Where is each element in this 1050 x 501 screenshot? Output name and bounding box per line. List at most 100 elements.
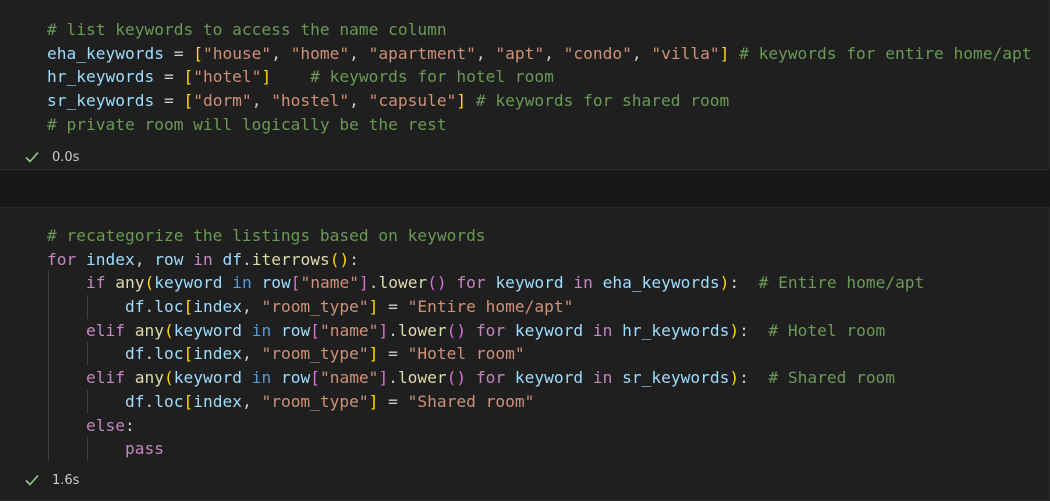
code-editor-1[interactable]: # list keywords to access the name colum…: [47, 18, 1031, 136]
code-token: =: [154, 91, 184, 111]
code-token: index: [193, 344, 242, 364]
code-token: "home": [290, 43, 350, 63]
code-token: for: [47, 249, 77, 269]
code-line[interactable]: hr_keywords = ["hotel"] # keywords for h…: [47, 65, 1031, 89]
code-token: [: [183, 297, 194, 317]
code-token: keyword: [173, 368, 242, 388]
code-token: [: [183, 344, 194, 364]
code-token: =: [378, 391, 408, 411]
code-line[interactable]: elif any(keyword in row["name"].lower() …: [47, 366, 924, 390]
code-token: "Hotel room": [407, 344, 525, 364]
code-token: .: [241, 249, 252, 269]
code-token: any: [134, 320, 164, 340]
code-line[interactable]: # list keywords to access the name colum…: [47, 18, 1031, 42]
code-line[interactable]: sr_keywords = ["dorm", "hostel", "capsul…: [47, 89, 1031, 113]
code-token: for: [456, 273, 486, 293]
code-token: row: [154, 249, 184, 269]
code-token: hr_keywords: [47, 67, 155, 87]
code-token: ): [729, 368, 740, 388]
code-token: if: [85, 273, 106, 293]
code-token: for: [475, 320, 506, 340]
code-token: ,: [241, 391, 262, 411]
code-line[interactable]: for index, row in df.iterrows():: [47, 248, 924, 272]
code-token: "hotel": [193, 67, 262, 87]
code-token: iterrows: [251, 249, 330, 269]
code-token: =: [378, 344, 408, 364]
code-token: ]: [358, 273, 369, 293]
code-editor-2[interactable]: # recategorize the listings based on key…: [47, 224, 924, 461]
code-token: row: [280, 320, 311, 340]
code-token: # list keywords to access the name colum…: [47, 20, 447, 39]
code-token: ,: [241, 344, 262, 364]
code-token: df: [222, 249, 242, 269]
code-line[interactable]: df.loc[index, "room_type"] = "Shared roo…: [47, 390, 924, 414]
code-line[interactable]: if any(keyword in row["name"].lower() fo…: [47, 271, 924, 295]
code-token: :: [349, 249, 359, 269]
indent-guide: [87, 390, 88, 414]
code-line[interactable]: df.loc[index, "room_type"] = "Hotel room…: [47, 342, 924, 366]
code-token: "hostel": [271, 91, 350, 111]
code-line[interactable]: elif any(keyword in row["name"].lower() …: [47, 319, 924, 343]
code-token: loc: [154, 391, 184, 411]
code-token: =: [163, 43, 194, 63]
code-token: [: [183, 67, 194, 87]
code-token: ]: [368, 391, 379, 411]
code-token: # Entire home/apt: [758, 273, 925, 293]
code-token: "house": [202, 43, 272, 63]
code-line[interactable]: eha_keywords = ["house", "home", "apartm…: [47, 42, 1031, 66]
code-token: .: [144, 344, 155, 364]
code-token: "name": [319, 320, 379, 340]
code-token: index: [193, 391, 242, 411]
code-token: "villa": [651, 43, 720, 63]
code-token: (): [329, 249, 350, 269]
code-token: ]: [378, 368, 389, 388]
code-token: =: [154, 67, 184, 87]
code-line[interactable]: else:: [47, 414, 924, 438]
code-token: ]: [378, 320, 389, 340]
code-token: [: [310, 368, 320, 388]
code-token: ]: [456, 91, 467, 111]
code-token: loc: [154, 297, 184, 317]
code-token: ): [719, 273, 730, 293]
code-token: elif: [85, 320, 125, 340]
code-token: "room_type": [261, 344, 369, 364]
code-token: loc: [154, 344, 184, 364]
code-token: "Entire home/apt": [407, 297, 574, 317]
code-token: keyword: [154, 273, 223, 293]
code-token: "room_type": [261, 391, 369, 411]
code-token: :: [739, 368, 769, 388]
code-token: :: [739, 320, 769, 340]
code-token: # keywords for hotel room: [310, 67, 554, 87]
code-line[interactable]: df.loc[index, "room_type"] = "Entire hom…: [47, 295, 924, 319]
code-token: .: [388, 320, 398, 340]
code-token: ): [729, 320, 740, 340]
code-token: "name": [300, 273, 359, 293]
code-token: :: [124, 415, 135, 435]
code-token: sr_keywords: [622, 368, 730, 388]
code-token: for: [475, 368, 506, 388]
code-line[interactable]: pass: [47, 437, 924, 461]
code-line[interactable]: # recategorize the listings based on key…: [47, 224, 924, 248]
code-token: # keywords for shared room: [475, 91, 730, 111]
code-line[interactable]: # private room will logically be the res…: [47, 113, 1031, 137]
code-token: .: [388, 368, 398, 388]
code-token: lower: [397, 368, 447, 388]
